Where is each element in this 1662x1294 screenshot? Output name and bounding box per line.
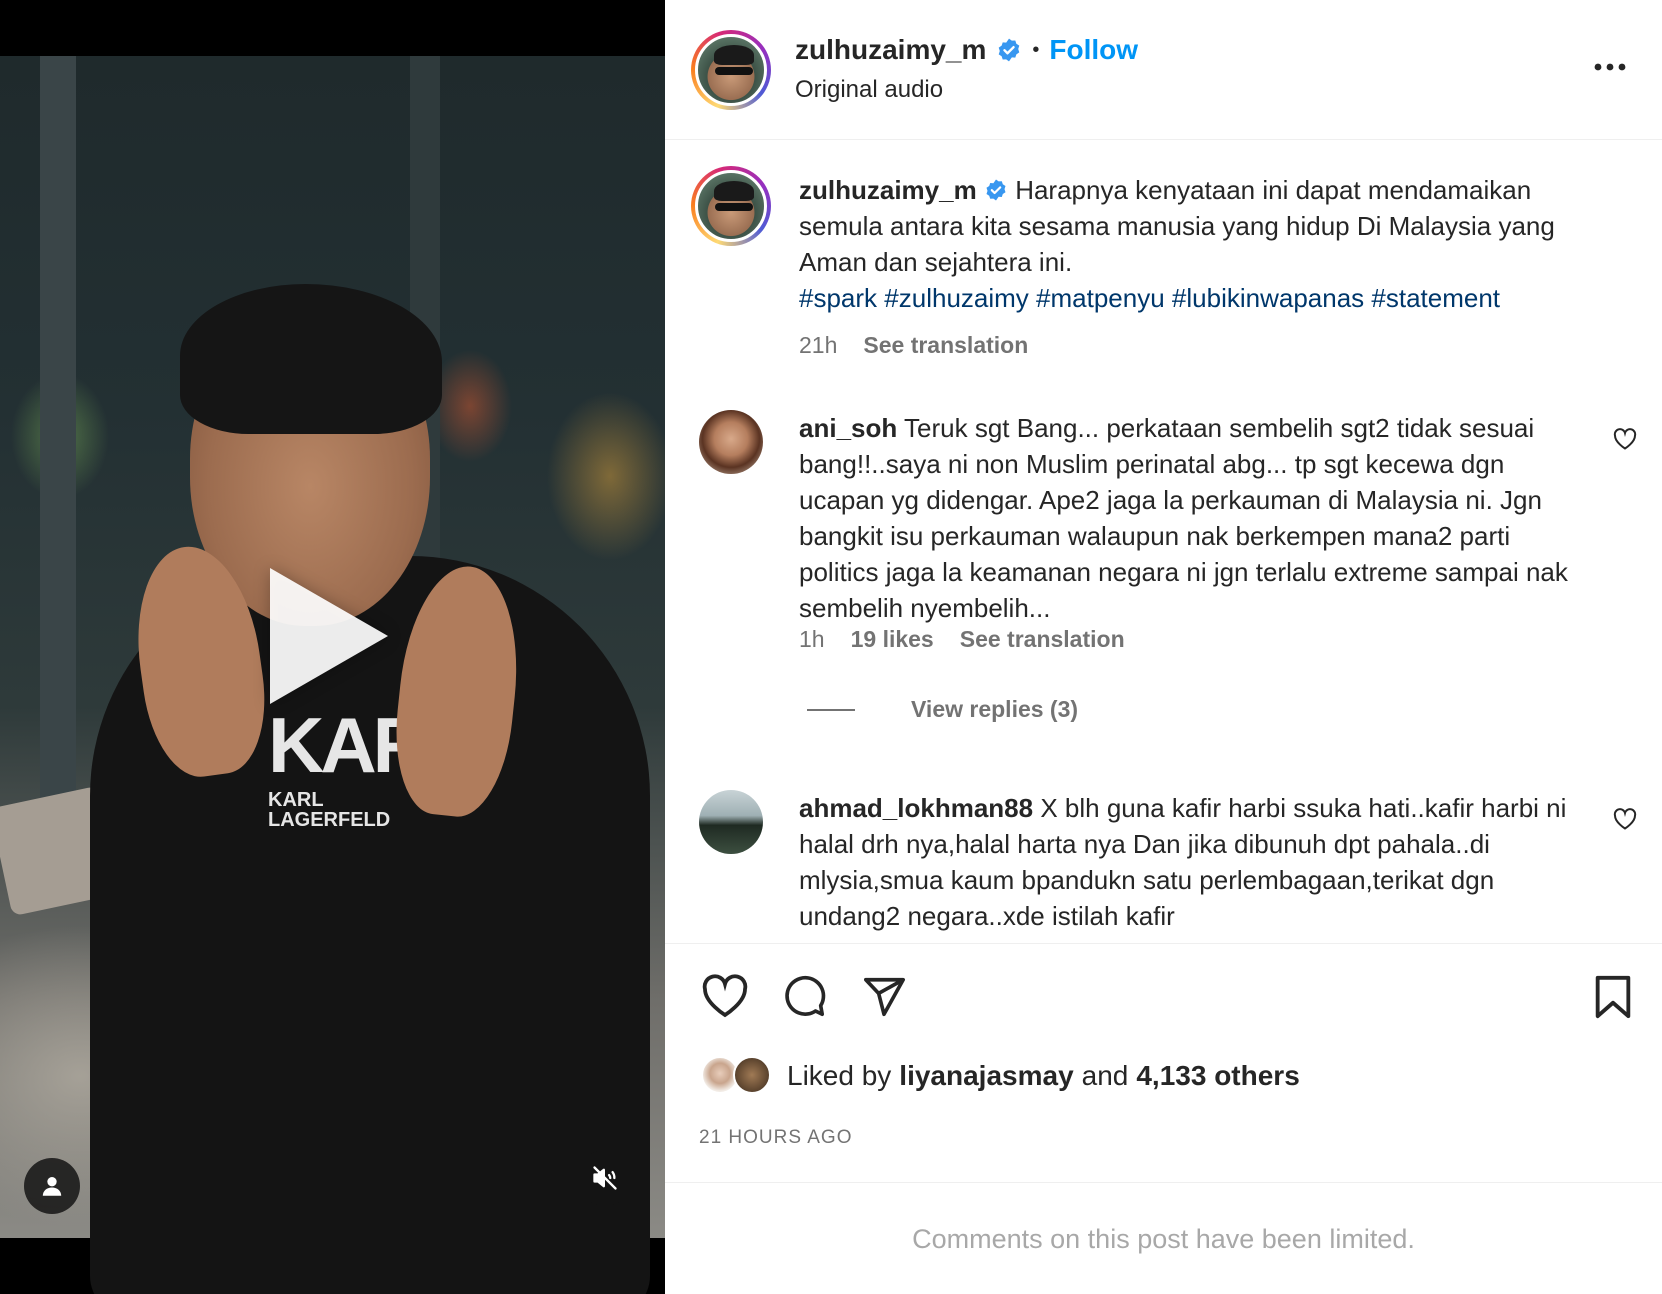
tagged-user-button[interactable]	[24, 1158, 80, 1214]
comment-like-heart-icon[interactable]	[1613, 808, 1637, 830]
original-audio-link[interactable]: Original audio	[795, 76, 943, 104]
view-replies-row[interactable]: View replies (3)	[807, 696, 1078, 723]
see-translation-button[interactable]: See translation	[863, 332, 1028, 359]
caption-meta: 21h See translation	[799, 332, 1028, 359]
hashtag-link[interactable]: #zulhuzaimy	[884, 283, 1029, 313]
post-timestamp[interactable]: 21 HOURS AGO	[699, 1127, 853, 1149]
avatar-image	[695, 34, 767, 106]
comment-likes[interactable]: 19 likes	[851, 626, 934, 653]
liker-avatar[interactable]	[733, 1056, 771, 1094]
liked-by-prefix: Liked by	[787, 1060, 892, 1091]
liker-avatars	[701, 1056, 781, 1096]
view-replies-button[interactable]: View replies (3)	[911, 696, 1078, 723]
sound-off-icon	[593, 1166, 617, 1190]
commenter-avatar[interactable]	[699, 790, 763, 854]
comment: ahmad_lokhman88 X blh guna kafir harbi s…	[799, 790, 1589, 934]
background-pillar	[40, 56, 76, 876]
comment-username[interactable]: ani_soh	[799, 413, 897, 443]
avatar-image	[695, 170, 767, 242]
liked-by-username[interactable]: liyanajasmay	[899, 1060, 1073, 1092]
caption-author-avatar[interactable]	[691, 166, 771, 246]
comment-username[interactable]: ahmad_lokhman88	[799, 793, 1033, 823]
comment-body: Teruk sgt Bang... perkataan sembelih sgt…	[799, 413, 1568, 623]
follow-button[interactable]: Follow	[1049, 34, 1138, 66]
heart-icon[interactable]	[701, 974, 749, 1018]
separator-dot: •	[1032, 38, 1040, 61]
see-translation-button[interactable]: See translation	[960, 626, 1125, 653]
comment-meta: 1h 19 likes See translation	[799, 626, 1125, 653]
caption: zulhuzaimy_m Harapnya kenyataan ini dapa…	[799, 172, 1619, 316]
comment: ani_soh Teruk sgt Bang... perkataan semb…	[799, 410, 1589, 626]
liked-by-row: Liked by liyanajasmay and 4,133 others	[701, 1056, 1300, 1096]
send-icon[interactable]	[861, 974, 907, 1020]
author-line: zulhuzaimy_m • Follow	[795, 34, 1138, 66]
replies-line-divider	[807, 708, 855, 711]
play-icon[interactable]	[270, 568, 388, 704]
caption-username[interactable]: zulhuzaimy_m	[799, 175, 977, 205]
comments-limited-notice: Comments on this post have been limited.	[912, 1224, 1415, 1254]
person-hair	[180, 284, 442, 434]
comments-scroll-area[interactable]: zulhuzaimy_m Harapnya kenyataan ini dapa…	[665, 140, 1662, 943]
post-details-panel: zulhuzaimy_m • Follow Original audio zul…	[665, 0, 1662, 1294]
post-actions-section: Liked by liyanajasmay and 4,133 others 2…	[665, 943, 1662, 1183]
author-avatar[interactable]	[691, 30, 771, 110]
hashtag-link[interactable]: #lubikinwapanas	[1172, 283, 1364, 313]
mute-button[interactable]	[577, 1150, 633, 1206]
author-username[interactable]: zulhuzaimy_m	[795, 34, 986, 66]
verified-badge-icon	[986, 179, 1006, 201]
hashtag-link[interactable]: #spark	[799, 283, 877, 313]
comment-icon[interactable]	[781, 974, 827, 1020]
verified-badge-icon	[999, 38, 1020, 62]
post-header: zulhuzaimy_m • Follow Original audio	[665, 0, 1662, 140]
comment-like-heart-icon[interactable]	[1613, 428, 1637, 450]
hashtag-link[interactable]: #statement	[1371, 283, 1500, 313]
caption-time[interactable]: 21h	[799, 332, 837, 359]
commenter-avatar[interactable]	[699, 410, 763, 474]
liked-by-and: and	[1081, 1060, 1129, 1091]
bookmark-icon[interactable]	[1593, 974, 1633, 1020]
comment-time[interactable]: 1h	[799, 626, 825, 653]
video-panel[interactable]: KARL KARL LAGERFELD	[0, 0, 665, 1294]
tagged-user-icon	[42, 1177, 62, 1196]
more-options-icon[interactable]	[1593, 60, 1627, 74]
likes-count-button[interactable]: 4,133 others	[1136, 1060, 1299, 1092]
hashtag-link[interactable]: #matpenyu	[1036, 283, 1165, 313]
